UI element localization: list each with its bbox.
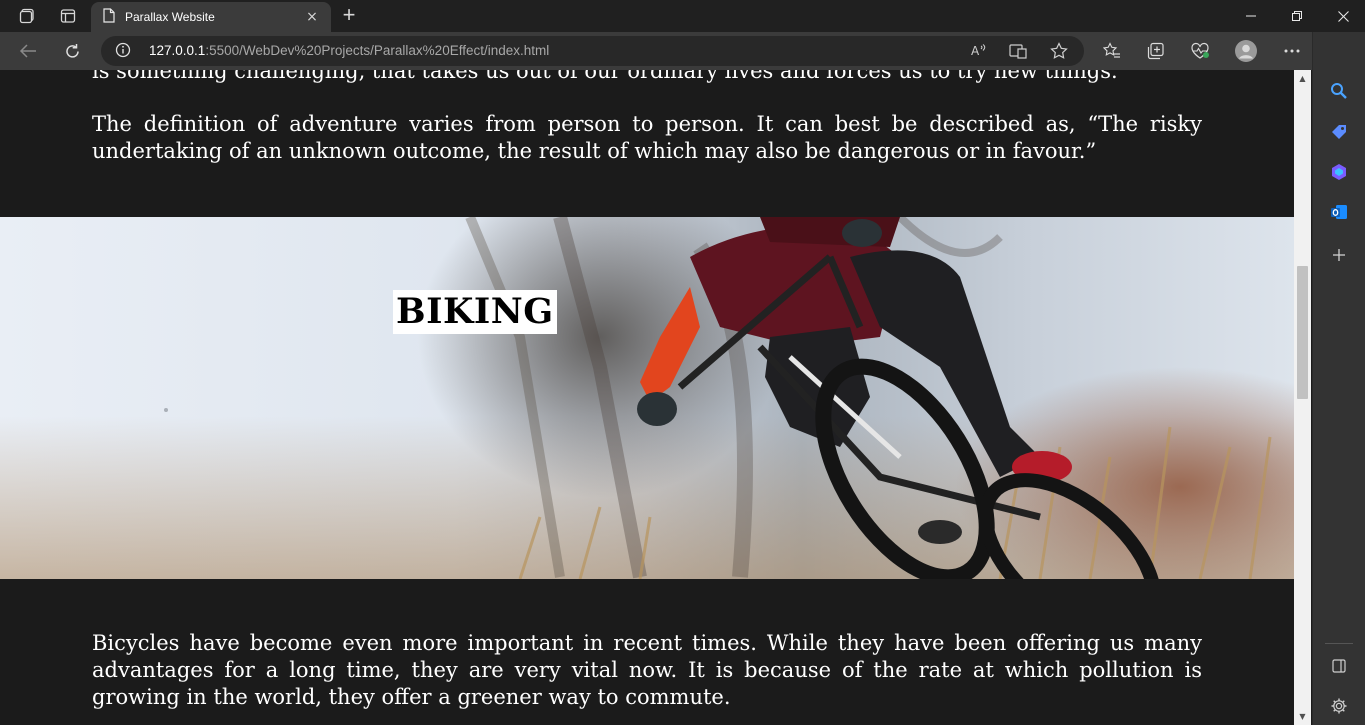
read-aloud-icon[interactable]: A <box>969 41 991 61</box>
tab-actions-icon[interactable] <box>54 4 82 28</box>
url-path: :5500/WebDev%20Projects/Parallax%20Effec… <box>205 43 550 58</box>
new-tab-icon[interactable]: + <box>336 4 362 28</box>
vertical-scrollbar[interactable]: ▲ ▼ <box>1294 70 1311 725</box>
scrollbar-thumb[interactable] <box>1297 266 1308 399</box>
close-tab-icon[interactable]: × <box>303 9 321 25</box>
outlook-icon[interactable] <box>1326 199 1352 225</box>
page-icon <box>103 7 115 27</box>
workspaces-icon[interactable] <box>13 4 41 28</box>
bicycles-paragraph: Bicycles have become even more important… <box>92 631 1202 709</box>
edge-sidebar <box>1312 32 1365 725</box>
settings-gear-icon[interactable] <box>1326 693 1352 719</box>
back-arrow-icon[interactable] <box>14 37 42 65</box>
svg-text:A: A <box>971 44 980 58</box>
immersive-reader-icon[interactable] <box>1007 41 1029 61</box>
collections-icon[interactable] <box>1142 37 1170 65</box>
tab-title: Parallax Website <box>125 10 215 24</box>
more-icon[interactable] <box>1278 37 1306 65</box>
restore-icon[interactable] <box>1274 0 1320 32</box>
profile-avatar-icon[interactable] <box>1232 37 1260 65</box>
url-text: 127.0.0.1:5500/WebDev%20Projects/Paralla… <box>149 43 549 58</box>
sidebar-divider <box>1325 643 1353 644</box>
address-bar[interactable]: 127.0.0.1:5500/WebDev%20Projects/Paralla… <box>101 36 1084 66</box>
info-icon[interactable] <box>115 42 131 62</box>
intro-partial-paragraph: is something challenging, that takes us … <box>92 70 1118 83</box>
active-tab[interactable]: Parallax Website × <box>91 2 331 32</box>
copilot-icon[interactable] <box>1326 159 1352 185</box>
page-viewport: is something challenging, that takes us … <box>0 70 1294 725</box>
scroll-down-arrow-icon[interactable]: ▼ <box>1294 708 1311 725</box>
refresh-icon[interactable] <box>58 37 86 65</box>
shopping-tag-icon[interactable] <box>1326 119 1352 145</box>
scroll-up-arrow-icon[interactable]: ▲ <box>1294 70 1311 87</box>
minimize-icon[interactable] <box>1228 0 1274 32</box>
adventure-definition-paragraph: The definition of adventure varies from … <box>92 112 1202 163</box>
hide-sidebar-icon[interactable] <box>1326 653 1352 679</box>
star-icon[interactable] <box>1048 41 1070 61</box>
heart-pulse-icon[interactable] <box>1186 37 1214 65</box>
tab-strip: Parallax Website × + <box>0 0 1365 32</box>
favorites-icon[interactable] <box>1098 37 1126 65</box>
banner-title: BIKING <box>393 290 557 334</box>
biking-parallax-banner: BIKING <box>0 217 1294 579</box>
browser-toolbar: 127.0.0.1:5500/WebDev%20Projects/Paralla… <box>0 32 1365 70</box>
url-host: 127.0.0.1 <box>149 43 206 58</box>
add-sidebar-app-icon[interactable] <box>1326 242 1352 268</box>
biking-photo <box>164 217 1272 579</box>
close-window-icon[interactable] <box>1320 0 1365 32</box>
search-icon[interactable] <box>1326 78 1352 104</box>
